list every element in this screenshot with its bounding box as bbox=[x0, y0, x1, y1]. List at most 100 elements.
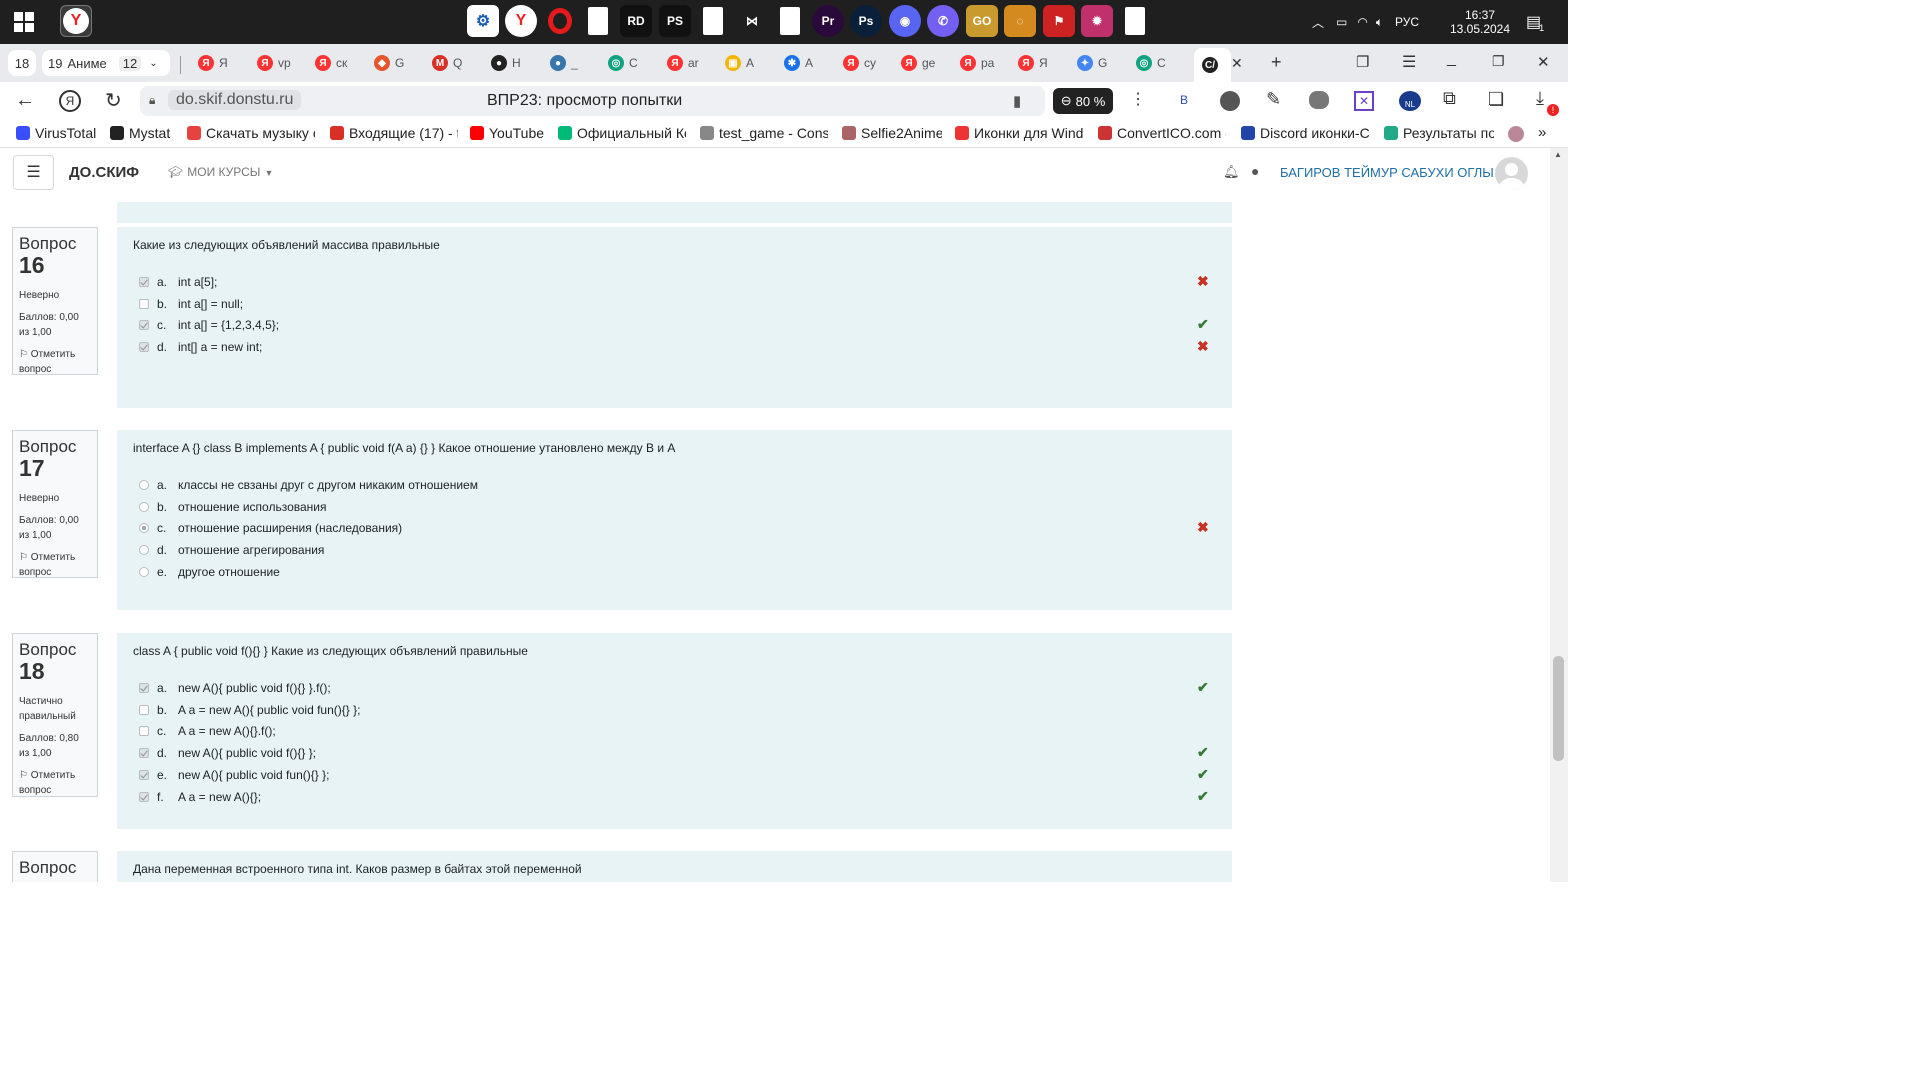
extension-vpn-icon[interactable]: NL bbox=[1399, 91, 1421, 111]
answer-option[interactable]: f. A a = new A(){}; bbox=[139, 787, 261, 807]
chevron-down-icon[interactable]: ⌄ bbox=[149, 58, 157, 69]
yandex-home-icon[interactable]: Я bbox=[59, 90, 81, 112]
page-scrollbar[interactable]: ▲ bbox=[1550, 148, 1568, 882]
answer-checkbox[interactable] bbox=[139, 748, 149, 759]
file-icon[interactable] bbox=[1125, 7, 1145, 35]
browser-tab[interactable]: Ясу bbox=[843, 52, 876, 74]
browser-tab[interactable]: Яge bbox=[901, 52, 935, 74]
bookmark-item[interactable]: VirusTotal bbox=[16, 125, 96, 141]
answer-option[interactable]: a. int a[5]; bbox=[139, 272, 217, 292]
tab-collections-icon[interactable]: ❐ bbox=[1356, 53, 1369, 71]
browser-tab[interactable]: ЯЯ bbox=[198, 52, 228, 74]
phpstorm-icon[interactable]: PS bbox=[659, 5, 691, 37]
browser-tab[interactable]: ◆ G bbox=[374, 52, 404, 74]
bookmark-item[interactable]: Результаты по bbox=[1384, 125, 1494, 141]
chevron-up-icon[interactable]: ︿ bbox=[1312, 14, 1324, 31]
game-icon[interactable]: ✹ bbox=[1081, 5, 1113, 37]
file-icon[interactable] bbox=[703, 7, 723, 35]
answer-checkbox[interactable] bbox=[139, 320, 149, 331]
viber-icon[interactable]: ✆ bbox=[927, 5, 959, 37]
answer-option[interactable]: a. классы не свзаны друг с другом никаким… bbox=[139, 475, 478, 495]
bookmark-item[interactable]: Официальный Ко bbox=[558, 125, 686, 141]
rider-icon[interactable]: RD bbox=[620, 5, 652, 37]
answer-radio[interactable] bbox=[139, 545, 149, 556]
site-brand[interactable]: ДО.СКИФ bbox=[69, 164, 139, 181]
answer-option[interactable]: b. int a[] = null; bbox=[139, 294, 243, 314]
minimize-icon[interactable]: _ bbox=[1447, 50, 1456, 68]
flag-question-link[interactable]: ⚐ Отметить вопрос bbox=[19, 550, 91, 580]
answer-option[interactable]: e. new A(){ public void fun(){} }; bbox=[139, 765, 329, 785]
naruto-icon[interactable]: ◌ bbox=[1004, 5, 1036, 37]
answer-option[interactable]: d. отношение агрегирования bbox=[139, 540, 324, 560]
browser-tab[interactable]: С/ bbox=[1194, 48, 1231, 82]
bookmark-item[interactable]: Selfie2Anime bbox=[842, 125, 942, 141]
answer-checkbox[interactable] bbox=[139, 791, 149, 802]
bookmark-item[interactable]: YouTube bbox=[470, 125, 544, 141]
bookmark-avatar-icon[interactable] bbox=[1508, 126, 1524, 142]
answer-option[interactable]: d. new A(){ public void f(){} }; bbox=[139, 743, 316, 763]
discord-icon[interactable]: ◉ bbox=[889, 5, 921, 37]
bookmark-item[interactable]: Discord иконки-С bbox=[1241, 125, 1369, 141]
answer-option[interactable]: c. A a = new A(){}.f(); bbox=[139, 721, 276, 741]
bookmark-item[interactable]: Mystat bbox=[110, 125, 170, 141]
tab-group-18[interactable]: 18 bbox=[8, 50, 36, 76]
control-panel-icon[interactable]: ⚙ bbox=[467, 5, 499, 37]
browser-tab[interactable]: ◎ C bbox=[1136, 52, 1166, 74]
browser-tab[interactable]: ◎ C bbox=[608, 52, 638, 74]
hamburger-button[interactable]: ☰ bbox=[13, 155, 54, 190]
yandex-browser-icon[interactable]: Y bbox=[60, 5, 92, 37]
download-icon[interactable]: ⤓ bbox=[1536, 88, 1544, 109]
notifications-icon[interactable]: ▤ 1 bbox=[1526, 0, 1544, 44]
bookmark-icon[interactable]: ▮ bbox=[1013, 92, 1021, 110]
more-icon[interactable]: ⋮ bbox=[1130, 89, 1146, 109]
windows-start-icon[interactable] bbox=[14, 12, 34, 32]
browser-tab[interactable]: MQ bbox=[432, 52, 462, 74]
back-icon[interactable]: ← bbox=[15, 89, 35, 112]
yandex-browser-app-icon[interactable]: Y bbox=[505, 5, 537, 37]
extension-x-icon[interactable]: ✕ bbox=[1354, 91, 1374, 111]
more-bookmarks-icon[interactable]: » bbox=[1538, 124, 1546, 141]
browser-tab[interactable]: ЯЯ bbox=[1018, 52, 1048, 74]
answer-checkbox[interactable] bbox=[139, 342, 149, 353]
browser-tab[interactable]: ✦ G bbox=[1077, 52, 1107, 74]
answer-radio[interactable] bbox=[139, 523, 149, 534]
user-name[interactable]: БАГИРОВ ТЕЙМУР САБУХИ ОГЛЫ bbox=[1280, 165, 1494, 180]
new-tab-icon[interactable]: + bbox=[1271, 52, 1282, 73]
tab-group-anime[interactable]: 19 Аниме 12 ⌄ bbox=[42, 50, 170, 76]
close-tab-icon[interactable]: ✕ bbox=[1231, 55, 1243, 72]
reload-icon[interactable]: ↻ bbox=[105, 88, 122, 113]
bell-icon[interactable]: 🔔︎ bbox=[1223, 164, 1240, 180]
menu-icon[interactable]: ☰ bbox=[1402, 52, 1416, 72]
flag-question-link[interactable]: ⚐ Отметить вопрос bbox=[19, 347, 91, 377]
browser-tab[interactable]: Яar bbox=[667, 52, 699, 74]
extension-b-icon[interactable]: B bbox=[1180, 93, 1188, 107]
scrollbar-thumb[interactable] bbox=[1553, 656, 1564, 761]
my-courses-menu[interactable]: 🎓︎ МОИ КУРСЫ ▼ bbox=[168, 165, 273, 179]
csgo-icon[interactable]: GO bbox=[966, 5, 998, 37]
answer-option[interactable]: b. A a = new A(){ public void fun(){} }; bbox=[139, 700, 360, 720]
file-icon[interactable] bbox=[780, 7, 800, 35]
answer-radio[interactable] bbox=[139, 566, 149, 577]
answer-option[interactable]: c. отношение расширения (наследования) bbox=[139, 518, 402, 538]
clock[interactable]: 16:37 13.05.2024 bbox=[1448, 0, 1512, 44]
battery-icon[interactable]: ▭ bbox=[1336, 15, 1347, 29]
browser-tab[interactable]: ▣ A bbox=[725, 52, 754, 74]
bookmark-item[interactable]: ConvertICO.com - bbox=[1098, 125, 1226, 141]
answer-checkbox[interactable] bbox=[139, 769, 149, 780]
forza-icon[interactable]: ⚑ bbox=[1043, 5, 1075, 37]
answer-option[interactable]: b. отношение использования bbox=[139, 497, 327, 517]
answer-checkbox[interactable] bbox=[139, 298, 149, 309]
answer-option[interactable]: d. int[] a = new int; bbox=[139, 337, 262, 357]
extension-pen-icon[interactable]: ✎ bbox=[1266, 89, 1281, 110]
browser-tab[interactable]: ● _ bbox=[550, 52, 578, 74]
opera-icon[interactable] bbox=[544, 5, 576, 37]
chat-icon[interactable]: ● bbox=[1251, 163, 1259, 179]
extension-robot-icon[interactable] bbox=[1309, 91, 1329, 109]
bookmark-item[interactable]: Иконки для Wind bbox=[955, 125, 1083, 141]
answer-option[interactable]: e. другое отношение bbox=[139, 562, 280, 582]
lock-icon[interactable]: 🔒︎ bbox=[149, 93, 155, 108]
answer-radio[interactable] bbox=[139, 501, 149, 512]
browser-tab[interactable]: Яск bbox=[315, 52, 347, 74]
answer-option[interactable]: a. new A(){ public void f(){} }.f(); bbox=[139, 678, 331, 698]
answer-option[interactable]: c. int a[] = {1,2,3,4,5}; bbox=[139, 315, 279, 335]
